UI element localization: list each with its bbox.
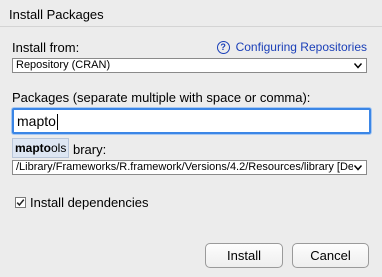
autocomplete-rest: ols [51, 141, 67, 155]
cancel-button[interactable]: Cancel [292, 243, 369, 268]
dialog-title: Install Packages [9, 7, 104, 22]
packages-input-value: mapto [17, 113, 56, 129]
chevron-down-icon [353, 60, 363, 71]
install-dependencies-label: Install dependencies [30, 195, 149, 210]
packages-label: Packages (separate multiple with space o… [12, 90, 311, 105]
packages-input[interactable]: mapto [12, 108, 371, 134]
install-from-label: Install from: [12, 40, 80, 55]
text-caret [56, 114, 58, 131]
install-from-select[interactable]: Repository (CRAN) [12, 58, 367, 73]
install-packages-dialog: Install Packages Install from: ? Configu… [0, 0, 382, 277]
configuring-repositories-text: Configuring Repositories [235, 40, 367, 54]
install-dependencies-row[interactable]: Install dependencies [15, 195, 149, 210]
checkmark-icon [16, 199, 25, 207]
library-select[interactable]: /Library/Frameworks/R.framework/Versions… [12, 160, 367, 175]
chevron-down-icon [353, 162, 363, 173]
autocomplete-match: mapto [15, 141, 51, 155]
autocomplete-suggestion[interactable]: maptools [12, 138, 70, 158]
configuring-repositories-link[interactable]: ? Configuring Repositories [216, 40, 367, 54]
question-icon: ? [216, 40, 230, 54]
title-bar: Install Packages [0, 0, 382, 27]
install-to-library-label: brary: [73, 142, 107, 157]
install-dependencies-checkbox[interactable] [15, 197, 26, 208]
library-value: /Library/Frameworks/R.framework/Versions… [16, 161, 355, 173]
install-button[interactable]: Install [205, 243, 283, 268]
install-from-value: Repository (CRAN) [16, 59, 111, 71]
